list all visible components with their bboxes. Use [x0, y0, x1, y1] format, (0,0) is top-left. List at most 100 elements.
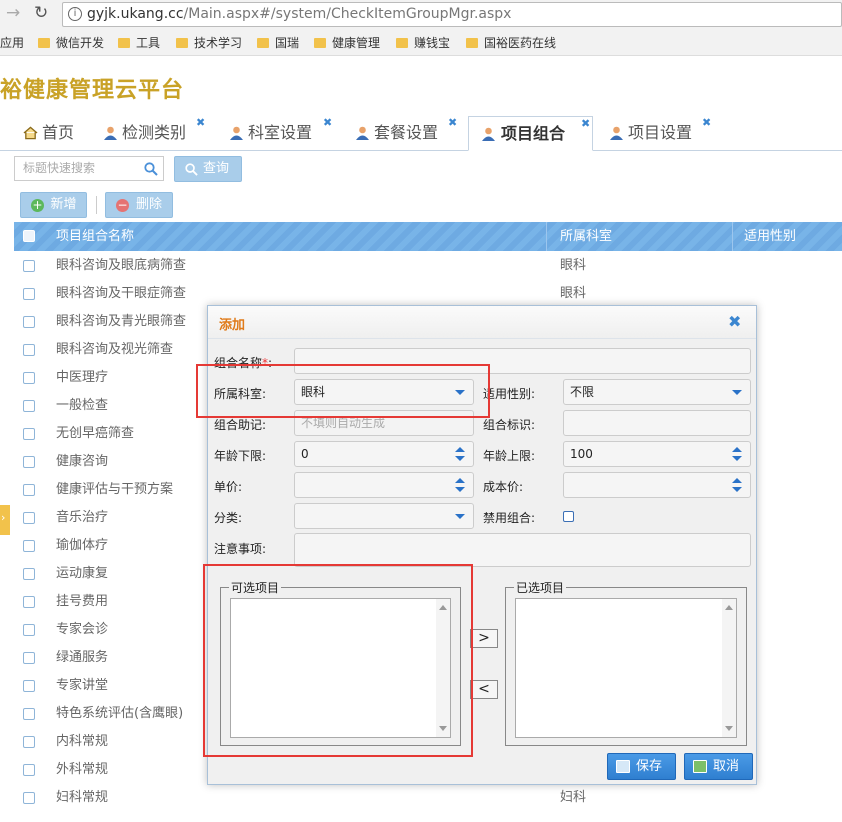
- user-icon: [104, 126, 117, 140]
- cost-stepper[interactable]: [563, 472, 751, 498]
- bookmark-apps[interactable]: 应用: [0, 35, 24, 51]
- notes-textarea[interactable]: [294, 533, 751, 567]
- search-icon: [144, 162, 158, 176]
- row-checkbox[interactable]: [23, 400, 35, 412]
- scrollbar[interactable]: [722, 599, 736, 737]
- tab-package[interactable]: 套餐设置 ✖: [352, 116, 462, 151]
- row-checkbox[interactable]: [23, 484, 35, 496]
- group-flag-input[interactable]: [563, 410, 751, 436]
- folder-icon: [396, 38, 408, 48]
- tab-check-category[interactable]: 检测类别 ✖: [100, 116, 210, 151]
- reload-icon[interactable]: ↻: [34, 3, 48, 23]
- category-select[interactable]: [294, 503, 474, 529]
- row-name: 挂号费用: [56, 594, 109, 609]
- row-checkbox[interactable]: [23, 428, 35, 440]
- forward-icon[interactable]: →: [6, 3, 20, 23]
- address-bar[interactable]: i gyjk.ukang.cc/Main.aspx#/system/CheckI…: [62, 2, 842, 27]
- user-icon: [482, 127, 495, 141]
- bookmark-item[interactable]: 国裕医药在线: [466, 35, 556, 51]
- row-name: 无创早癌筛查: [56, 426, 135, 441]
- row-checkbox[interactable]: [23, 652, 35, 664]
- spinner-arrows-icon[interactable]: [732, 447, 742, 461]
- age-max-stepper[interactable]: 100: [563, 441, 751, 467]
- row-checkbox[interactable]: [23, 708, 35, 720]
- column-header[interactable]: 项目组合名称: [56, 222, 134, 251]
- move-left-button[interactable]: <: [470, 680, 498, 699]
- close-icon[interactable]: ✖: [581, 107, 590, 141]
- folder-icon: [38, 38, 50, 48]
- row-department: 眼科: [560, 258, 587, 273]
- price-stepper[interactable]: [294, 472, 474, 498]
- spinner-arrows-icon[interactable]: [455, 447, 465, 461]
- tab-label: 项目设置: [628, 123, 693, 142]
- column-header[interactable]: 所属科室: [560, 222, 612, 251]
- close-icon[interactable]: ✖: [702, 106, 711, 140]
- search-input[interactable]: 标题快速搜索: [14, 156, 164, 181]
- row-checkbox[interactable]: [23, 624, 35, 636]
- table-row[interactable]: 妇科常规 妇科: [14, 784, 842, 812]
- row-checkbox[interactable]: [23, 596, 35, 608]
- minus-icon: −: [116, 198, 129, 212]
- column-header[interactable]: 适用性别: [744, 222, 796, 251]
- dropdown-arrow-icon: [455, 514, 465, 519]
- row-checkbox[interactable]: [23, 736, 35, 748]
- spinner-arrows-icon[interactable]: [455, 478, 465, 492]
- mnemonic-label: 组合助记:: [214, 418, 267, 432]
- cancel-button[interactable]: 取消: [684, 753, 753, 780]
- sidebar-toggle[interactable]: ›: [0, 505, 10, 535]
- row-checkbox[interactable]: [23, 680, 35, 692]
- bookmark-item[interactable]: 技术学习: [176, 35, 242, 51]
- column-divider: [732, 222, 733, 251]
- tab-home[interactable]: 首页: [20, 116, 90, 151]
- bookmark-item[interactable]: 健康管理: [314, 35, 380, 51]
- close-icon[interactable]: ✖: [728, 312, 741, 331]
- bookmark-item[interactable]: 工具: [118, 35, 160, 51]
- row-checkbox[interactable]: [23, 344, 35, 356]
- dropdown-arrow-icon: [732, 390, 742, 395]
- bookmark-item[interactable]: 微信开发: [38, 35, 104, 51]
- url-path: /Main.aspx#/system/CheckItemGroupMgr.asp…: [183, 6, 512, 22]
- bookmark-item[interactable]: 赚钱宝: [396, 35, 450, 51]
- bookmark-item[interactable]: 国瑞: [257, 35, 299, 51]
- close-icon[interactable]: ✖: [323, 106, 332, 140]
- row-checkbox[interactable]: [23, 764, 35, 776]
- gender-select[interactable]: 不限: [563, 379, 751, 405]
- row-checkbox[interactable]: [23, 372, 35, 384]
- close-icon[interactable]: ✖: [196, 106, 205, 140]
- delete-button[interactable]: − 删除: [105, 192, 173, 218]
- query-button[interactable]: 查询: [174, 156, 242, 182]
- row-name: 健康咨询: [56, 454, 109, 469]
- add-button[interactable]: + 新增: [20, 192, 87, 218]
- tab-label: 项目组合: [501, 124, 566, 143]
- row-checkbox[interactable]: [23, 456, 35, 468]
- tab-department[interactable]: 科室设置 ✖: [226, 116, 336, 151]
- chevron-right-icon: ›: [1, 511, 6, 524]
- age-min-stepper[interactable]: 0: [294, 441, 474, 467]
- move-right-button[interactable]: >: [470, 629, 498, 648]
- selected-items-list[interactable]: [515, 598, 737, 738]
- save-button[interactable]: 保存: [607, 753, 676, 780]
- table-row[interactable]: 眼科咨询及干眼症筛查 眼科: [14, 280, 842, 308]
- disabled-checkbox[interactable]: [563, 511, 574, 522]
- age-min-label: 年龄下限:: [214, 449, 267, 463]
- spinner-arrows-icon[interactable]: [732, 478, 742, 492]
- scroll-down-icon[interactable]: [725, 726, 733, 731]
- row-name: 眼科咨询及视光筛查: [56, 342, 174, 357]
- row-checkbox[interactable]: [23, 512, 35, 524]
- table-row[interactable]: 眼科咨询及眼底病筛查 眼科: [14, 252, 842, 280]
- tab-item-group[interactable]: 项目组合 ✖: [468, 116, 593, 151]
- tab-item-settings[interactable]: 项目设置 ✖: [606, 116, 716, 151]
- row-checkbox[interactable]: [23, 540, 35, 552]
- info-icon[interactable]: i: [68, 7, 82, 21]
- folder-icon: [466, 38, 478, 48]
- select-all-checkbox[interactable]: [23, 230, 35, 242]
- scroll-up-icon[interactable]: [725, 605, 733, 610]
- row-checkbox[interactable]: [23, 792, 35, 804]
- tab-label: 科室设置: [248, 123, 313, 142]
- row-checkbox[interactable]: [23, 316, 35, 328]
- row-checkbox[interactable]: [23, 288, 35, 300]
- close-icon[interactable]: ✖: [448, 106, 457, 140]
- row-checkbox[interactable]: [23, 568, 35, 580]
- row-checkbox[interactable]: [23, 260, 35, 272]
- gender-label: 适用性别:: [483, 387, 536, 401]
